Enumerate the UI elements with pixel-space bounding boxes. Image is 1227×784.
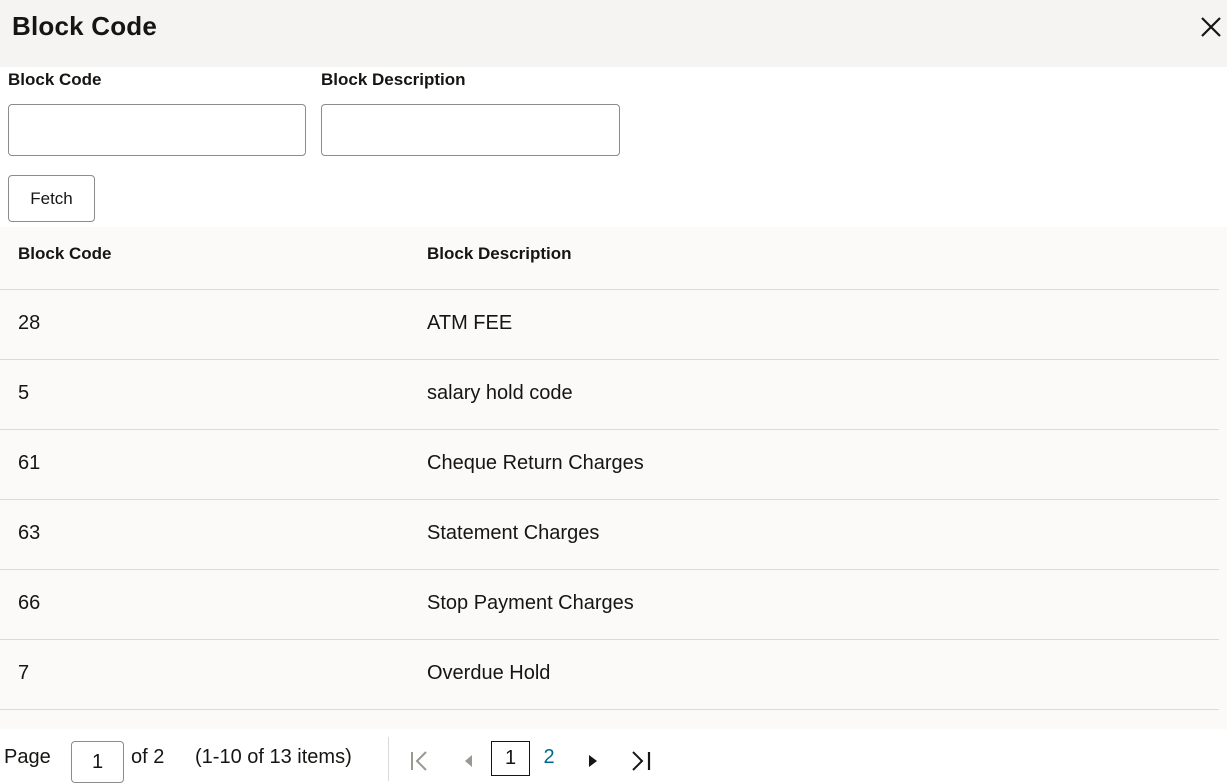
cell-block-code: 66 bbox=[18, 592, 41, 614]
cell-block-description: Statement Charges bbox=[427, 522, 600, 544]
results-table: Block Code Block Description 28 ATM FEE … bbox=[0, 227, 1227, 729]
cell-block-description: salary hold code bbox=[427, 382, 573, 404]
column-header-block-description[interactable]: Block Description bbox=[427, 244, 572, 264]
block-code-input[interactable] bbox=[8, 104, 306, 156]
page-count-label: of 2 bbox=[131, 746, 165, 768]
table-row[interactable]: 66 Stop Payment Charges bbox=[0, 570, 1219, 640]
table-row[interactable]: 63 Statement Charges bbox=[0, 500, 1219, 570]
fetch-button[interactable]: Fetch bbox=[8, 175, 95, 222]
cell-block-code: 7 bbox=[18, 662, 30, 684]
table-header: Block Code Block Description bbox=[0, 227, 1219, 290]
table-row[interactable]: 61 Cheque Return Charges bbox=[0, 430, 1219, 500]
cell-block-description: Cheque Return Charges bbox=[427, 452, 644, 474]
block-description-label: Block Description bbox=[321, 70, 466, 89]
cell-block-code: 61 bbox=[18, 452, 41, 474]
column-header-block-code[interactable]: Block Code bbox=[18, 244, 112, 264]
page-label: Page bbox=[4, 746, 51, 768]
previous-page-icon[interactable] bbox=[458, 749, 480, 773]
cell-block-code: 28 bbox=[18, 312, 41, 334]
table-row[interactable]: 28 ATM FEE bbox=[0, 290, 1219, 360]
cell-block-code: 5 bbox=[18, 382, 30, 404]
first-page-icon[interactable] bbox=[408, 749, 430, 773]
page-number-input[interactable] bbox=[71, 741, 124, 783]
items-summary: (1-10 of 13 items) bbox=[195, 746, 352, 768]
block-description-input[interactable] bbox=[321, 104, 620, 156]
cell-block-description: Overdue Hold bbox=[427, 662, 551, 684]
table-row[interactable]: 7 Overdue Hold bbox=[0, 640, 1219, 710]
dialog-title: Block Code bbox=[12, 11, 158, 41]
pagination-divider bbox=[388, 737, 389, 781]
page-button[interactable]: 2 bbox=[538, 741, 560, 776]
dialog-header: Block Code bbox=[0, 0, 1227, 67]
block-code-label: Block Code bbox=[8, 70, 102, 89]
close-icon[interactable] bbox=[1197, 12, 1225, 42]
last-page-icon[interactable] bbox=[630, 749, 652, 773]
cell-block-code: 63 bbox=[18, 522, 41, 544]
table-row[interactable]: 5 salary hold code bbox=[0, 360, 1219, 430]
page-button-current[interactable]: 1 bbox=[491, 741, 530, 776]
cell-block-description: ATM FEE bbox=[427, 312, 513, 334]
cell-block-description: Stop Payment Charges bbox=[427, 592, 634, 614]
next-page-icon[interactable] bbox=[582, 749, 604, 773]
pagination-bar: Page of 2 (1-10 of 13 items) 1 2 bbox=[0, 729, 1227, 784]
